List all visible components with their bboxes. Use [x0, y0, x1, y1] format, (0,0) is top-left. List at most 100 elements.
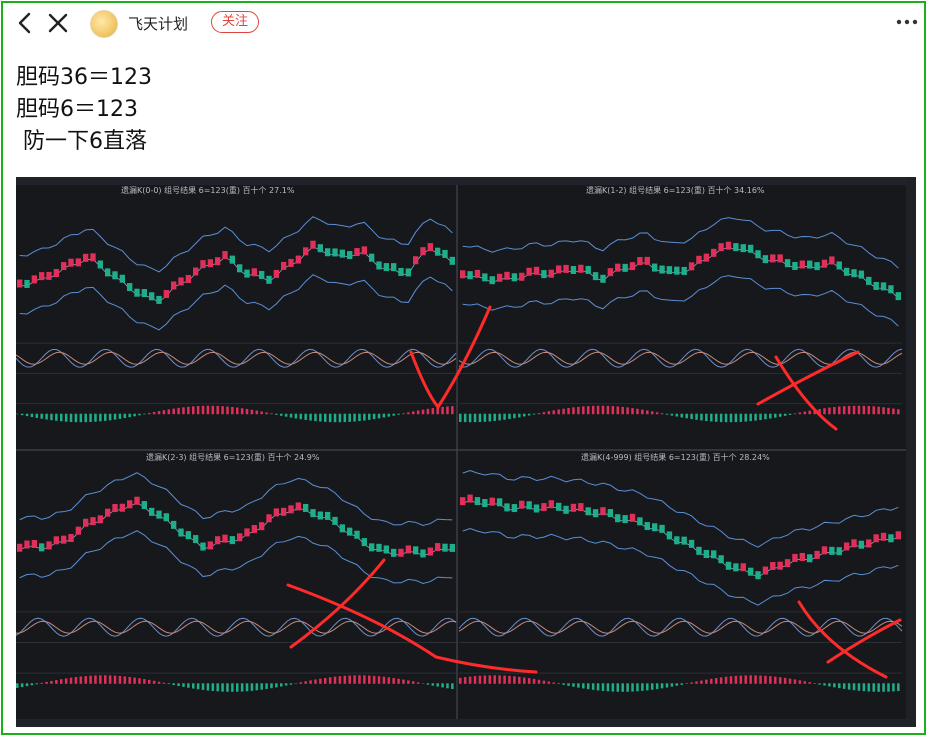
- candle: [526, 501, 532, 510]
- macd-bar: [892, 408, 895, 415]
- macd-bar: [611, 683, 615, 692]
- macd-bar: [128, 676, 131, 684]
- macd-bar: [284, 683, 288, 686]
- candle: [777, 561, 783, 570]
- macd-bar: [446, 406, 449, 415]
- macd-bar: [749, 413, 752, 422]
- macd-bar: [211, 405, 215, 415]
- candle: [376, 261, 382, 270]
- candle: [762, 255, 769, 264]
- lower-band: [462, 275, 899, 327]
- macd-bar: [172, 683, 175, 686]
- macd-bar: [84, 413, 87, 423]
- candle: [548, 269, 554, 278]
- candle: [149, 292, 155, 301]
- back-arrow-icon[interactable]: [14, 10, 36, 36]
- macd-bar: [655, 412, 659, 415]
- macd-bar: [426, 683, 430, 685]
- candle: [496, 273, 503, 282]
- macd-bar: [483, 675, 487, 684]
- macd-bar: [690, 682, 693, 684]
- macd-bar: [527, 678, 531, 684]
- macd-bar: [897, 683, 900, 692]
- macd-bar: [397, 413, 400, 415]
- macd-bar: [833, 683, 836, 688]
- macd-bar: [547, 411, 551, 415]
- candle: [266, 275, 272, 284]
- close-icon[interactable]: [46, 10, 70, 36]
- macd-bar: [35, 413, 39, 418]
- candle: [163, 290, 169, 299]
- macd-bar: [714, 678, 718, 684]
- macd-bar: [636, 408, 639, 415]
- macd-bar: [488, 675, 492, 684]
- candle: [651, 523, 658, 532]
- macd-bar: [192, 406, 195, 415]
- macd-bar: [240, 683, 244, 692]
- candle: [229, 536, 235, 545]
- macd-bar: [842, 406, 846, 415]
- candle: [615, 514, 621, 523]
- candle: [799, 260, 806, 269]
- macd-bar: [343, 413, 347, 423]
- macd-bar: [231, 683, 234, 692]
- candle: [548, 500, 554, 509]
- macd-bar: [79, 676, 83, 684]
- macd-bar: [299, 682, 303, 684]
- avatar[interactable]: [90, 10, 118, 38]
- macd-bar: [284, 413, 288, 417]
- candle: [755, 571, 761, 580]
- candle: [97, 515, 103, 524]
- candle: [339, 524, 345, 533]
- candle: [427, 243, 433, 252]
- candle: [880, 532, 887, 541]
- candle: [460, 270, 466, 279]
- macd-bar: [774, 413, 777, 418]
- candle: [740, 563, 746, 572]
- post-line: 胆码36＝123: [16, 65, 152, 90]
- macd-bar: [813, 683, 816, 684]
- macd-bar: [567, 407, 570, 415]
- macd-bar: [513, 413, 516, 419]
- macd-bar: [255, 410, 259, 415]
- macd-bar: [808, 410, 811, 415]
- macd-bar: [591, 683, 595, 690]
- macd-bar: [532, 413, 536, 415]
- macd-bar: [542, 412, 546, 415]
- macd-bar: [421, 683, 425, 684]
- candle: [237, 533, 243, 542]
- candle: [622, 515, 628, 524]
- candle: [185, 274, 191, 283]
- more-dots-icon[interactable]: [895, 10, 919, 34]
- macd-bar: [333, 413, 337, 423]
- candle: [821, 259, 828, 268]
- follow-button[interactable]: 关注: [211, 11, 259, 33]
- macd-bar: [759, 675, 762, 684]
- macd-bar: [744, 413, 747, 422]
- account-name[interactable]: 飞天计划: [128, 13, 188, 34]
- candle: [851, 269, 857, 278]
- macd-bar: [527, 413, 531, 416]
- macd-bar: [695, 681, 698, 684]
- candle: [53, 536, 59, 545]
- macd-bar: [473, 413, 477, 423]
- candle: [836, 261, 842, 270]
- candle: [193, 535, 199, 544]
- macd-bar: [348, 675, 351, 684]
- macd-bar: [265, 683, 268, 689]
- macd-bar: [40, 413, 43, 419]
- macd-bar: [45, 681, 48, 684]
- candle: [607, 509, 614, 518]
- candle: [659, 265, 665, 274]
- macd-bar: [518, 676, 521, 684]
- candle: [215, 536, 221, 545]
- candle: [674, 536, 680, 545]
- macd-bar: [719, 677, 723, 684]
- macd-bar: [778, 413, 782, 417]
- candle: [427, 547, 433, 556]
- macd-bar: [84, 676, 87, 684]
- macd-bar: [407, 412, 410, 415]
- macd-bar: [372, 413, 376, 420]
- macd-bar: [616, 406, 620, 415]
- candle: [442, 249, 448, 258]
